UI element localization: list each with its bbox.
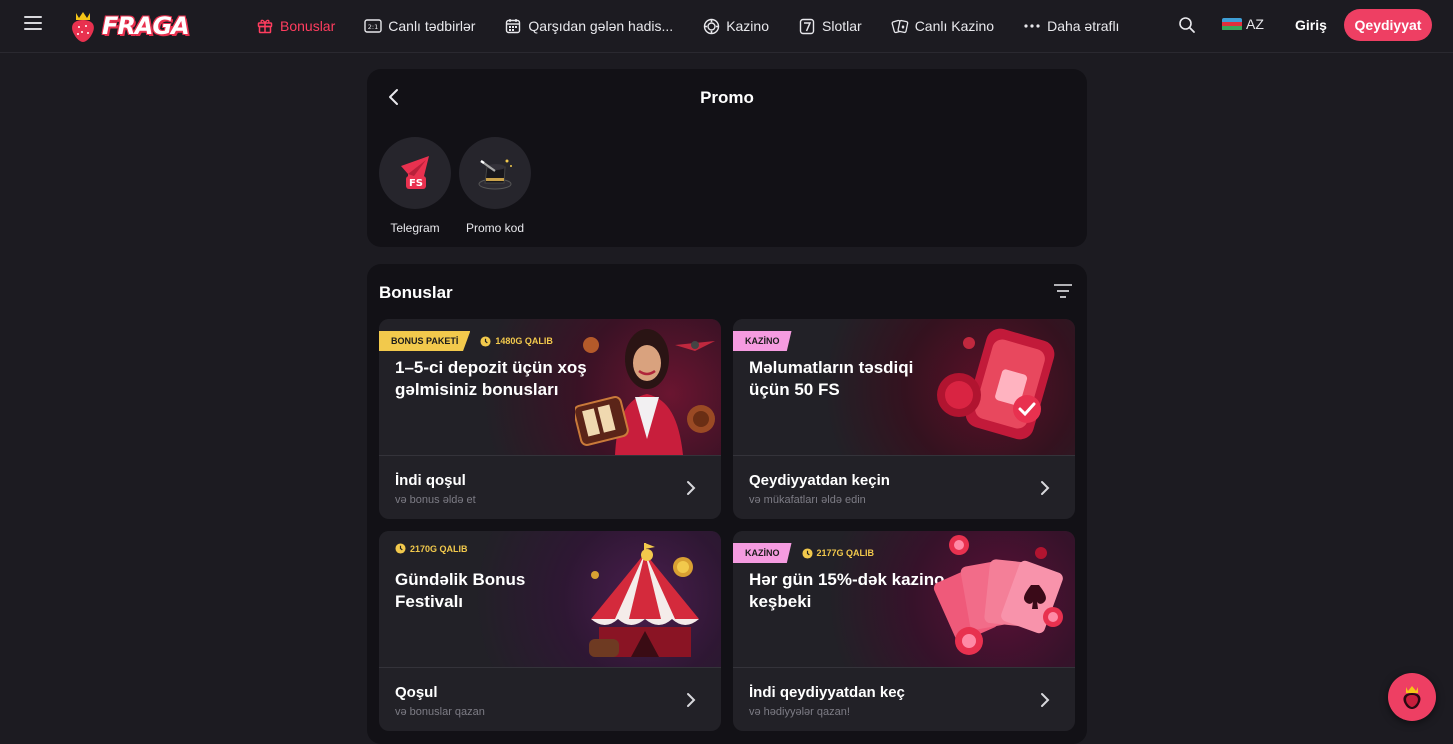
wager-text: 2170G QALIB <box>410 543 468 554</box>
card-cta[interactable]: Qeydiyyatdan keçin və mükafatları əldə e… <box>733 455 1075 519</box>
promo-circle <box>459 137 531 209</box>
card-banner: KAZİNO Məlumatların təsdiqi üçün 50 FS <box>733 319 1075 455</box>
cta-title: Qeydiyyatdan keçin <box>749 472 890 489</box>
clock-icon <box>480 335 491 347</box>
top-navigation-bar: FRAGA Bonuslar 2:1 Canlı tədbirlər Qarşı… <box>0 0 1453 53</box>
wager-badge: 1480G QALIB <box>480 335 553 347</box>
magic-hat-icon <box>478 159 512 190</box>
nav-label: Slotlar <box>822 18 862 34</box>
chevron-right-icon <box>687 693 696 707</box>
language-code: AZ <box>1246 16 1264 32</box>
nav-item-bonuslar[interactable]: Bonuslar <box>256 17 335 35</box>
card-title: Gündəlik Bonus Festivalı <box>395 570 526 611</box>
calendar-icon <box>504 17 522 35</box>
card-cta[interactable]: İndi qoşul və bonus əldə et <box>379 455 721 519</box>
wager-badge: 2170G QALIB <box>395 543 468 554</box>
main-nav: Bonuslar 2:1 Canlı tədbirlər Qarşıdan gə… <box>256 0 1148 52</box>
card-cta[interactable]: İndi qeydiyyatdan keç və hədiyyələr qaza… <box>733 667 1075 731</box>
bonuses-panel: Bonuslar BONUS PAKETİ 1480G QALIB 1–5-ci… <box>367 264 1087 744</box>
nav-item-canli-kazino[interactable]: Canlı Kazino <box>891 17 994 35</box>
cta-title: Qoşul <box>395 684 438 701</box>
strawberry-chat-icon <box>1403 686 1421 709</box>
casino-hostess-illustration <box>575 329 715 455</box>
nav-label: Canlı tədbirlər <box>388 18 476 34</box>
filter-icon[interactable] <box>1053 283 1073 301</box>
nav-label: Kazino <box>726 18 769 34</box>
language-selector[interactable]: AZ <box>1222 16 1264 32</box>
chevron-right-icon <box>687 481 696 495</box>
nav-item-daha-etrafli[interactable]: Daha ətraflı <box>1023 17 1119 35</box>
card-tags: 2170G QALIB <box>379 543 468 554</box>
logo-wordmark: FRAGA <box>102 12 190 40</box>
bonus-card-welcome[interactable]: BONUS PAKETİ 1480G QALIB 1–5-ci depozit … <box>379 319 721 519</box>
card-title: Məlumatların təsdiqi üçün 50 FS <box>749 358 914 399</box>
nav-item-kazino[interactable]: Kazino <box>702 17 769 35</box>
bonuses-title: Bonuslar <box>379 283 453 302</box>
cta-title: İndi qoşul <box>395 472 466 489</box>
card-tags: KAZİNO <box>733 331 792 351</box>
live-scoreboard-icon: 2:1 <box>364 17 382 35</box>
promo-panel: Promo FS Telegram Promo kod <box>367 69 1087 247</box>
cta-subtitle: və mükafatları əldə edin <box>749 494 866 506</box>
card-title: 1–5-ci depozit üçün xoş gəlmisiniz bonus… <box>395 358 587 399</box>
bonus-card-cashback[interactable]: KAZİNO 2177G QALIB Hər gün 15%-dək kazin… <box>733 531 1075 731</box>
cards-chips-illustration <box>933 535 1063 655</box>
nav-label: Bonuslar <box>280 18 336 34</box>
svg-text:FS: FS <box>409 178 423 189</box>
wager-text: 1480G QALIB <box>495 336 553 346</box>
fraga-logo[interactable]: FRAGA <box>68 8 190 44</box>
nav-item-slotlar[interactable]: Slotlar <box>798 17 862 35</box>
cta-subtitle: və bonuslar qazan <box>395 706 485 718</box>
circus-tent-illustration <box>589 543 699 657</box>
bonus-card-festival[interactable]: 2170G QALIB Gündəlik Bonus Festivalı Qoş… <box>379 531 721 731</box>
card-tag: KAZİNO <box>733 543 792 563</box>
card-tag: BONUS PAKETİ <box>379 331 471 351</box>
promo-label: Telegram <box>390 221 440 235</box>
card-banner: KAZİNO 2177G QALIB Hər gün 15%-dək kazin… <box>733 531 1075 667</box>
clock-icon <box>395 543 406 554</box>
wager-badge: 2177G QALIB <box>801 547 875 559</box>
nav-label: Qarşıdan gələn hadis... <box>528 18 674 34</box>
chevron-right-icon <box>1041 693 1050 707</box>
search-icon[interactable] <box>1178 16 1198 36</box>
more-dots-icon <box>1023 17 1041 35</box>
wager-text: 2177G QALIB <box>816 548 875 558</box>
card-tag: KAZİNO <box>733 331 792 351</box>
telegram-fs-icon: FS <box>401 156 429 189</box>
playing-cards-icon <box>891 17 909 35</box>
card-banner: BONUS PAKETİ 1480G QALIB 1–5-ci depozit … <box>379 319 721 455</box>
menu-hamburger-icon[interactable] <box>24 16 42 30</box>
cta-subtitle: və bonus əldə et <box>395 494 476 506</box>
card-tags: KAZİNO 2177G QALIB <box>733 543 874 563</box>
clock-icon <box>801 547 813 559</box>
slot-seven-icon <box>798 17 816 35</box>
promo-label: Promo kod <box>465 221 525 235</box>
svg-text:2:1: 2:1 <box>368 23 378 31</box>
gift-icon <box>256 17 274 35</box>
promo-title: Promo <box>700 88 754 107</box>
nav-item-qarsidan-gelen[interactable]: Qarşıdan gələn hadis... <box>504 17 673 35</box>
phone-sim-illustration <box>937 328 1055 440</box>
promo-item-telegram[interactable]: FS Telegram <box>377 137 453 235</box>
card-title: Hər gün 15%-dək kazino keşbeki <box>749 570 945 611</box>
promo-circle: FS <box>379 137 451 209</box>
casino-chip-icon <box>702 17 720 35</box>
nav-label: Canlı Kazino <box>914 18 995 34</box>
chevron-right-icon <box>1041 481 1050 495</box>
strawberry-crown-icon <box>72 12 94 42</box>
login-button[interactable]: Giriş <box>1295 17 1327 33</box>
card-tags: BONUS PAKETİ 1480G QALIB <box>379 331 553 351</box>
cta-subtitle: və hədiyyələr qazan! <box>749 706 850 718</box>
nav-label: Daha ətraflı <box>1047 18 1120 34</box>
azerbaijan-flag-icon <box>1222 17 1242 31</box>
promo-item-promo-kod[interactable]: Promo kod <box>457 137 533 235</box>
register-button[interactable]: Qeydiyyat <box>1344 9 1432 41</box>
bonus-card-verification[interactable]: KAZİNO Məlumatların təsdiqi üçün 50 FS Q… <box>733 319 1075 519</box>
nav-item-canli-tedbirler[interactable]: 2:1 Canlı tədbirlər <box>364 17 475 35</box>
card-cta[interactable]: Qoşul və bonuslar qazan <box>379 667 721 731</box>
support-chat-button[interactable] <box>1388 673 1436 721</box>
card-banner: 2170G QALIB Gündəlik Bonus Festivalı <box>379 531 721 667</box>
cta-title: İndi qeydiyyatdan keç <box>749 684 905 701</box>
